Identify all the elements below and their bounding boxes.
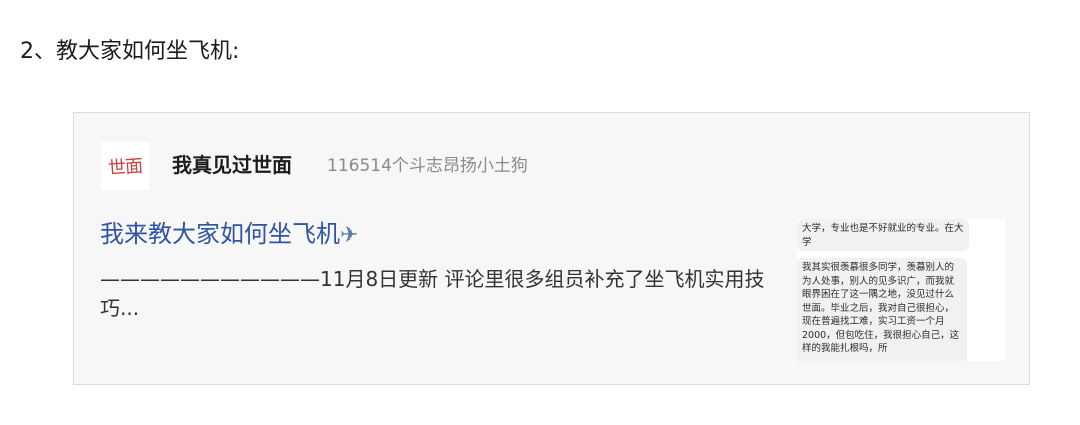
group-name[interactable]: 我真见过世面	[172, 150, 292, 180]
post-excerpt: ———————————11月8日更新 评论里很多组员补充了坐飞机实用技巧...	[100, 267, 765, 320]
airplane-icon: ✈	[340, 223, 359, 248]
section-heading: 2、教大家如何坐飞机:	[20, 39, 240, 64]
post-title-link[interactable]: 我来教大家如何坐飞机✈	[100, 216, 358, 254]
chat-bubble: 我其实很羡慕很多同学，羡慕别人的为人处事，别人的见多识广，而我就眼界困在了这一隅…	[797, 258, 967, 361]
group-avatar[interactable]: 世面	[101, 142, 149, 190]
group-avatar-text: 世面	[107, 155, 143, 180]
group-member-count: 116514个斗志昂扬小土狗	[327, 156, 528, 176]
chat-bubble: 大学，专业也是不好就业的专业。在大学	[797, 219, 969, 251]
post-thumbnail[interactable]: 大学，专业也是不好就业的专业。在大学 我其实很羡慕很多同学，羡慕别人的为人处事，…	[797, 219, 1005, 361]
post-title-text: 我来教大家如何坐飞机	[100, 220, 340, 248]
post-card[interactable]: 世面 我真见过世面 116514个斗志昂扬小土狗 我来教大家如何坐飞机✈ ———…	[73, 112, 1030, 385]
